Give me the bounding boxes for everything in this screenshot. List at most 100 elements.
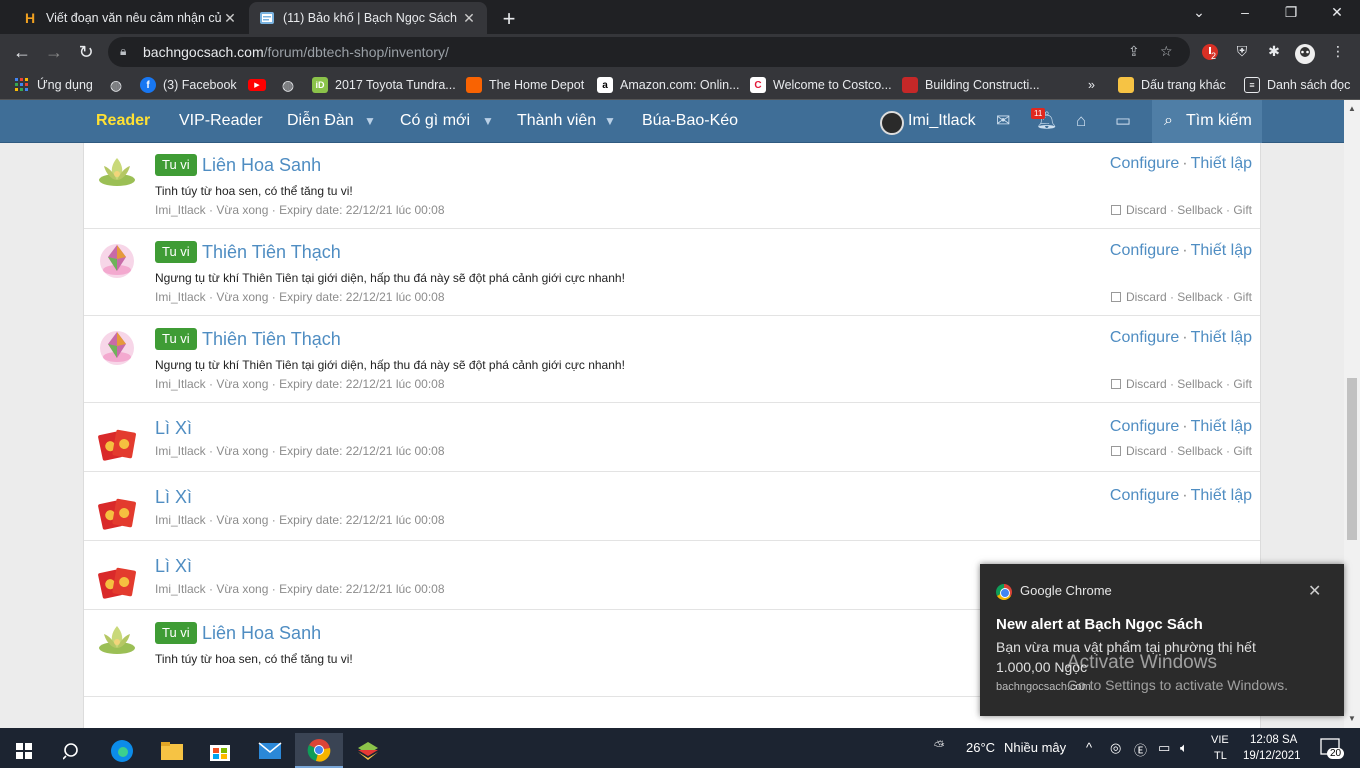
- bookmarks-overflow[interactable]: »: [1088, 76, 1095, 94]
- nav-username[interactable]: Imi_Itlack: [908, 112, 976, 130]
- file-explorer-icon[interactable]: [148, 733, 196, 768]
- extension-red-icon[interactable]: 2: [1200, 43, 1220, 63]
- item-name-link[interactable]: Liên Hoa Sanh: [202, 623, 321, 644]
- chevron-down-icon[interactable]: ▼: [364, 114, 376, 128]
- bookmark-youtube[interactable]: ▶: [248, 76, 273, 94]
- language-e-icon[interactable]: Ⓔ: [1134, 740, 1147, 759]
- bookmark-globe-2[interactable]: ◍: [280, 76, 303, 94]
- new-tab-button[interactable]: +: [498, 6, 520, 32]
- tab-viet-doan-van[interactable]: H Viết đoạn văn nêu cảm nhận của ✕: [12, 2, 248, 34]
- bookmark-other[interactable]: Dấu trang khác: [1118, 76, 1226, 94]
- discard-link[interactable]: Discard: [1126, 444, 1167, 458]
- bookmark-globe-1[interactable]: ◍: [108, 76, 131, 94]
- network-icon[interactable]: ▭: [1158, 740, 1170, 756]
- chrome-notification[interactable]: Google Chrome ✕ New alert at Bạch Ngọc S…: [980, 564, 1344, 716]
- item-name-link[interactable]: Lì Xì: [155, 556, 192, 577]
- select-checkbox[interactable]: [1110, 379, 1121, 389]
- profile-avatar[interactable]: [1294, 43, 1315, 64]
- back-arrow-icon[interactable]: ←: [10, 40, 34, 64]
- gift-link[interactable]: Gift: [1233, 203, 1252, 217]
- share-icon[interactable]: ⇪: [1128, 43, 1140, 60]
- bookmark-reading-list[interactable]: ≡ Danh sách đọc: [1244, 76, 1350, 94]
- nav-co-gi-moi[interactable]: Có gì mới: [400, 112, 470, 130]
- weather-cloud-icon[interactable]: ⛅︎: [934, 738, 944, 754]
- weather-temp[interactable]: 26°C: [966, 740, 995, 755]
- scrollbar-thumb[interactable]: [1347, 378, 1357, 540]
- shield-extension-icon[interactable]: ⛨: [1232, 43, 1252, 63]
- category-tag[interactable]: Tu vi: [155, 241, 197, 263]
- weather-text[interactable]: Nhiều mây: [1004, 740, 1066, 755]
- category-tag[interactable]: Tu vi: [155, 622, 197, 644]
- sellback-link[interactable]: Sellback: [1177, 444, 1222, 458]
- sellback-link[interactable]: Sellback: [1177, 377, 1222, 391]
- sellback-link[interactable]: Sellback: [1177, 203, 1222, 217]
- thiet-lap-link[interactable]: Thiết lập: [1191, 155, 1252, 172]
- chevron-down-icon[interactable]: ▼: [604, 114, 616, 128]
- select-checkbox[interactable]: [1110, 205, 1121, 215]
- restore-button[interactable]: ❐: [1268, 4, 1314, 21]
- edge-icon[interactable]: [98, 733, 146, 768]
- volume-icon[interactable]: 🔈︎: [1180, 740, 1188, 756]
- mail-icon[interactable]: [246, 733, 294, 768]
- search-icon[interactable]: [48, 733, 96, 768]
- nav-bua-bao-keo[interactable]: Búa-Bao-Kéo: [642, 112, 738, 130]
- bookmark-apps[interactable]: Ứng dụng: [14, 76, 93, 94]
- configure-link[interactable]: Configure: [1110, 418, 1179, 435]
- discard-link[interactable]: Discard: [1126, 290, 1167, 304]
- category-tag[interactable]: Tu vi: [155, 328, 197, 350]
- mail-icon[interactable]: ✉: [996, 111, 1010, 131]
- nav-thanh-vien[interactable]: Thành viên: [517, 112, 596, 130]
- bookmark-facebook[interactable]: f (3) Facebook: [140, 76, 237, 94]
- bookmark-amazon[interactable]: a Amazon.com: Onlin...: [597, 76, 740, 94]
- item-name-link[interactable]: Liên Hoa Sanh: [202, 155, 321, 176]
- minimize-button[interactable]: –: [1222, 4, 1268, 20]
- configure-link[interactable]: Configure: [1110, 487, 1179, 504]
- select-checkbox[interactable]: [1110, 292, 1121, 302]
- tab-bao-kho[interactable]: (11) Bảo khố | Bạch Ngọc Sách ✕: [249, 2, 487, 34]
- basket-icon[interactable]: ⌂: [1076, 111, 1086, 131]
- thiet-lap-link[interactable]: Thiết lập: [1191, 418, 1252, 435]
- item-name-link[interactable]: Lì Xì: [155, 418, 192, 439]
- select-checkbox[interactable]: [1110, 446, 1121, 456]
- address-bar[interactable]: 🔒︎ bachngocsach.com/forum/dbtech-shop/in…: [108, 37, 1190, 67]
- bookmark-home-depot[interactable]: The Home Depot: [466, 76, 584, 94]
- bookmark-toyota[interactable]: iD 2017 Toyota Tundra...: [312, 76, 456, 94]
- forward-arrow-icon[interactable]: →: [42, 40, 66, 64]
- configure-link[interactable]: Configure: [1110, 329, 1179, 346]
- thiet-lap-link[interactable]: Thiết lập: [1191, 487, 1252, 504]
- language-indicator-bottom[interactable]: TL: [1214, 750, 1227, 762]
- gift-link[interactable]: Gift: [1233, 290, 1252, 304]
- microsoft-store-icon[interactable]: [196, 733, 244, 768]
- scroll-up-arrow-icon[interactable]: ▲: [1348, 104, 1356, 113]
- gift-link[interactable]: Gift: [1233, 377, 1252, 391]
- bookmark-star-icon[interactable]: ☆: [1160, 43, 1173, 60]
- search-button[interactable]: ⌕ Tìm kiếm: [1152, 100, 1262, 143]
- nav-dien-dan[interactable]: Diễn Đàn: [287, 112, 354, 130]
- chevron-up-icon[interactable]: ^: [1086, 740, 1092, 755]
- close-tab-icon[interactable]: ✕: [461, 10, 477, 27]
- tab-search-icon[interactable]: ⌄: [1176, 4, 1222, 21]
- page-scrollbar[interactable]: ▲ ▼: [1344, 100, 1360, 728]
- extensions-puzzle-icon[interactable]: ✱: [1264, 43, 1284, 63]
- clock-time[interactable]: 12:08 SA: [1250, 734, 1297, 746]
- url-text[interactable]: bachngocsach.com/forum/dbtech-shop/inven…: [143, 44, 449, 60]
- clock-date[interactable]: 19/12/2021: [1243, 750, 1301, 762]
- discard-link[interactable]: Discard: [1126, 377, 1167, 391]
- close-window-button[interactable]: ✕: [1314, 4, 1360, 21]
- bookmark-costco[interactable]: C Welcome to Costco...: [750, 76, 892, 94]
- chrome-taskbar-icon[interactable]: [295, 733, 343, 768]
- gift-link[interactable]: Gift: [1233, 444, 1252, 458]
- configure-link[interactable]: Configure: [1110, 155, 1179, 172]
- thiet-lap-link[interactable]: Thiết lập: [1191, 329, 1252, 346]
- item-name-link[interactable]: Lì Xì: [155, 487, 192, 508]
- chrome-menu-icon[interactable]: ⋮: [1328, 43, 1348, 63]
- chevron-down-icon[interactable]: ▼: [482, 114, 494, 128]
- bookmark-building[interactable]: Building Constructi...: [902, 76, 1040, 94]
- folder-icon[interactable]: ▭: [1115, 111, 1131, 131]
- discard-link[interactable]: Discard: [1126, 203, 1167, 217]
- nav-brand-reader[interactable]: Reader: [96, 112, 150, 130]
- close-tab-icon[interactable]: ✕: [222, 10, 238, 27]
- start-button[interactable]: [0, 733, 48, 768]
- sellback-link[interactable]: Sellback: [1177, 290, 1222, 304]
- nav-vip-reader[interactable]: VIP-Reader: [179, 112, 263, 130]
